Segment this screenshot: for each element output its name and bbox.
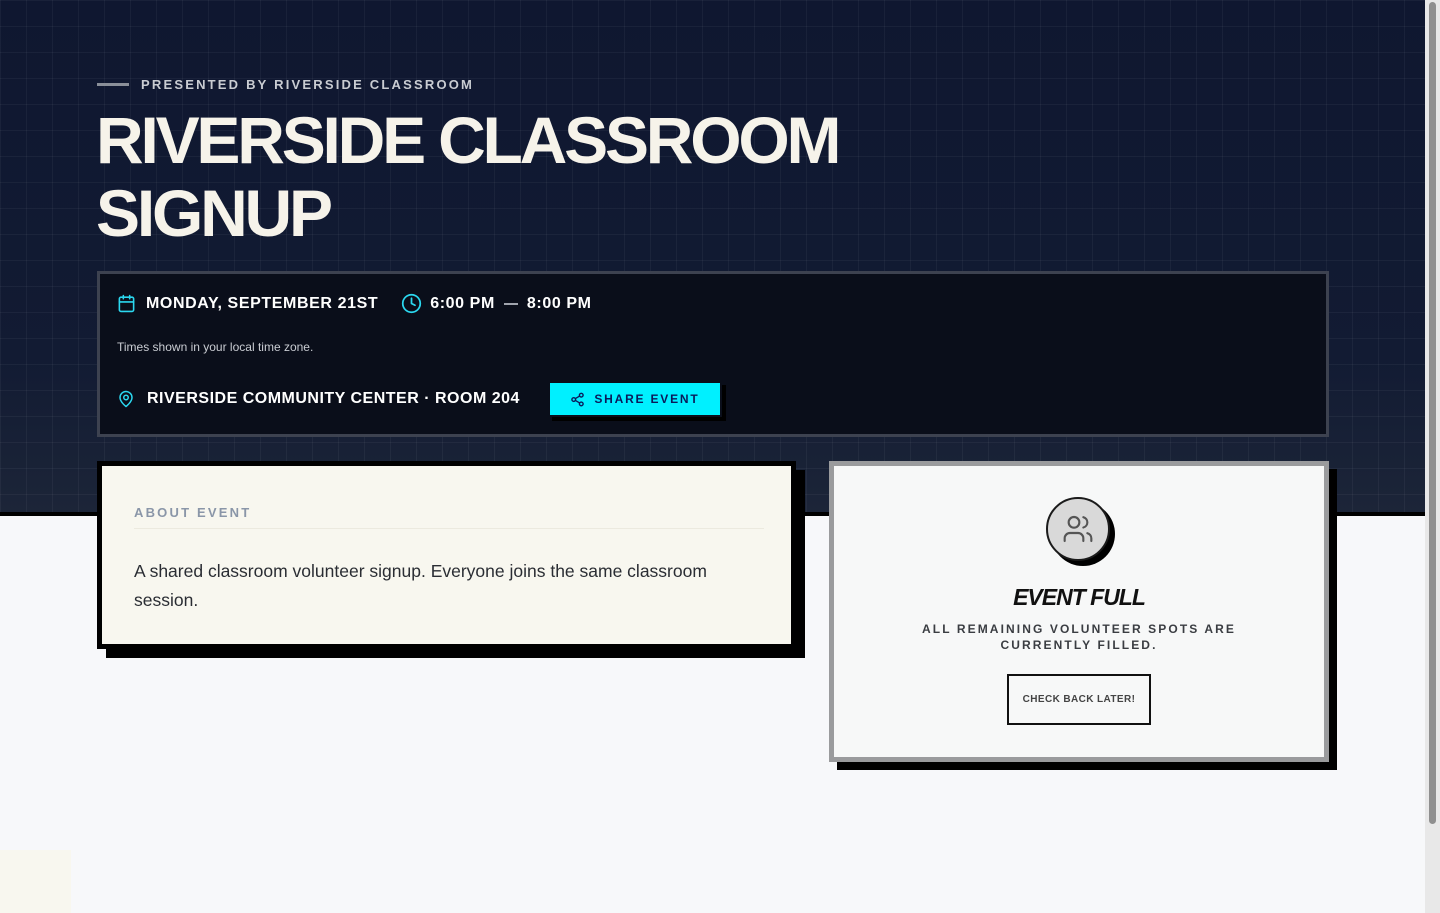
presented-by: PRESENTED BY RIVERSIDE CLASSROOM xyxy=(97,77,474,92)
about-divider xyxy=(134,528,764,529)
date-time-row: MONDAY, SEPTEMBER 21ST 6:00 PM 8:00 PM xyxy=(117,293,592,314)
timezone-note: Times shown in your local time zone. xyxy=(117,340,314,354)
scrollbar-thumb[interactable] xyxy=(1429,2,1436,824)
page-scrollbar[interactable] xyxy=(1425,0,1440,913)
users-icon xyxy=(1046,497,1110,561)
event-info-box: MONDAY, SEPTEMBER 21ST 6:00 PM 8:00 PM T… xyxy=(97,271,1329,437)
event-full-title: EVENT FULL xyxy=(1013,584,1146,610)
time-separator xyxy=(503,302,518,305)
share-event-button[interactable]: SHARE EVENT xyxy=(547,381,722,417)
check-back-later-button[interactable]: CHECK BACK LATER! xyxy=(1007,674,1151,725)
hero-section: PRESENTED BY RIVERSIDE CLASSROOM RIVERSI… xyxy=(0,0,1425,516)
about-event-description: A shared classroom volunteer signup. Eve… xyxy=(134,561,707,610)
about-event-card: ABOUT EVENT A shared classroom volunteer… xyxy=(97,461,796,649)
share-event-label: SHARE EVENT xyxy=(594,392,700,406)
event-date: MONDAY, SEPTEMBER 21ST xyxy=(146,294,379,312)
corner-swatch xyxy=(0,850,71,913)
presented-by-label: PRESENTED BY RIVERSIDE CLASSROOM xyxy=(141,77,475,92)
clock-icon xyxy=(401,293,422,314)
share-icon xyxy=(570,392,585,407)
calendar-icon xyxy=(117,294,136,313)
event-full-subtitle: ALL REMAINING VOLUNTEER SPOTS ARE CURREN… xyxy=(922,622,1236,652)
page-title: RIVERSIDE CLASSROOM SIGNUP xyxy=(96,103,841,250)
location-row: RIVERSIDE COMMUNITY CENTER · ROOM 204 SH… xyxy=(117,381,722,417)
event-end-time: 8:00 PM xyxy=(526,294,592,312)
event-start-time: 6:00 PM xyxy=(430,294,495,312)
map-pin-icon xyxy=(117,389,135,409)
event-location: RIVERSIDE COMMUNITY CENTER · ROOM 204 xyxy=(147,390,520,407)
about-event-label: ABOUT EVENT xyxy=(134,505,252,520)
presented-dash xyxy=(97,83,129,86)
event-full-card: EVENT FULL ALL REMAINING VOLUNTEER SPOTS… xyxy=(829,461,1329,762)
